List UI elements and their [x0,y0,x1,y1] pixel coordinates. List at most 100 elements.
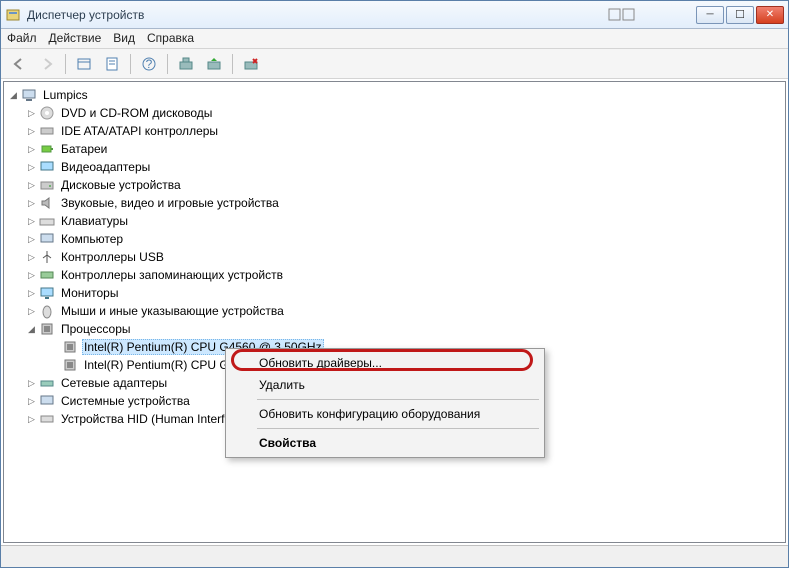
tree-category[interactable]: ▷ Видеоадаптеры [4,158,785,176]
mouse-icon [39,303,55,319]
expand-icon[interactable]: ▷ [26,414,37,425]
tree-node-label: Lumpics [41,87,90,103]
menu-separator [257,399,539,400]
tree-node-label: Процессоры [59,321,133,337]
forward-button[interactable] [35,53,59,75]
system-device-icon [39,393,55,409]
tree-node-label: Видеоадаптеры [59,159,152,175]
menu-separator [257,428,539,429]
toolbar-separator [232,54,233,74]
menu-item-label: Обновить драйверы... [259,356,382,370]
tree-category[interactable]: ▷Батареи [4,140,785,158]
close-button[interactable]: ✕ [756,6,784,24]
update-driver-button[interactable] [202,53,226,75]
expand-icon[interactable]: ▷ [26,378,37,389]
help-button[interactable]: ? [137,53,161,75]
tree-node-label: Контроллеры USB [59,249,166,265]
context-menu-rescan[interactable]: Обновить конфигурацию оборудования [229,403,541,425]
toolbar: ? [1,49,788,79]
tree-category-processors[interactable]: ◢ Процессоры [4,320,785,338]
network-adapter-icon [39,375,55,391]
tree-node-label: Дисковые устройства [59,177,183,193]
expand-icon[interactable]: ▷ [26,180,37,191]
tree-category[interactable]: ▷ Дисковые устройства [4,176,785,194]
expand-icon[interactable]: ▷ [26,216,37,227]
svg-text:?: ? [146,57,153,71]
optical-drive-icon [39,105,55,121]
collapse-icon[interactable]: ◢ [26,324,37,335]
tree-category[interactable]: ▷ Звуковые, видео и игровые устройства [4,194,785,212]
show-hide-button[interactable] [72,53,96,75]
window-title: Диспетчер устройств [27,8,608,22]
processor-icon [62,339,78,355]
expand-icon[interactable]: ▷ [26,252,37,263]
menu-view[interactable]: Вид [113,31,135,46]
context-menu-update-drivers[interactable]: Обновить драйверы... [229,352,541,374]
expand-icon[interactable]: ▷ [26,126,37,137]
collapse-icon[interactable]: ◢ [8,90,19,101]
battery-icon [39,141,55,157]
context-menu: Обновить драйверы... Удалить Обновить ко… [225,348,545,458]
back-button[interactable] [7,53,31,75]
scan-button[interactable] [174,53,198,75]
expand-icon[interactable]: ▷ [26,270,37,281]
tree-category[interactable]: ▷ Контроллеры USB [4,248,785,266]
tree-node-label: Звуковые, видео и игровые устройства [59,195,281,211]
keyboard-icon [39,213,55,229]
usb-icon [39,249,55,265]
tree-node-label: Клавиатуры [59,213,130,229]
toolbar-separator [130,54,131,74]
menubar: Файл Действие Вид Справка [1,29,788,49]
maximize-button[interactable]: ☐ [726,6,754,24]
menu-item-label: Обновить конфигурацию оборудования [259,407,480,421]
properties-button[interactable] [100,53,124,75]
disk-drive-icon [39,177,55,193]
tree-node-label: Компьютер [59,231,125,247]
tree-category[interactable]: ▷DVD и CD-ROM дисководы [4,104,785,122]
ide-controller-icon [39,123,55,139]
expand-icon[interactable]: ▷ [26,108,37,119]
expand-icon[interactable]: ▷ [26,234,37,245]
tree-category[interactable]: ▷ Мониторы [4,284,785,302]
tree-category[interactable]: ▷ IDE ATA/ATAPI контроллеры [4,122,785,140]
storage-controller-icon [39,267,55,283]
tree-category[interactable]: ▷ Контроллеры запоминающих устройств [4,266,785,284]
tree-node-label: Мониторы [59,285,120,301]
app-icon [5,7,21,23]
expand-icon[interactable]: ▷ [26,396,37,407]
titlebar: Диспетчер устройств ─ ☐ ✕ [1,1,788,29]
expand-icon[interactable]: ▷ [26,144,37,155]
context-menu-delete[interactable]: Удалить [229,374,541,396]
tree-category[interactable]: ▷ Компьютер [4,230,785,248]
tree-node-label: IDE ATA/ATAPI контроллеры [59,123,220,139]
menu-action[interactable]: Действие [49,31,102,46]
tree-root[interactable]: ◢ Lumpics [4,86,785,104]
toolbar-separator [167,54,168,74]
menu-file[interactable]: Файл [7,31,37,46]
tree-category[interactable]: ▷ Клавиатуры [4,212,785,230]
menu-help[interactable]: Справка [147,31,194,46]
tree-node-label: Сетевые адаптеры [59,375,169,391]
device-manager-window: Диспетчер устройств ─ ☐ ✕ Файл Действие … [0,0,789,568]
tree-node-label: Мыши и иные указывающие устройства [59,303,286,319]
statusbar [1,545,788,567]
menu-item-label: Свойства [259,436,316,450]
window-thumb-icon [608,8,636,22]
context-menu-properties[interactable]: Свойства [229,432,541,454]
expand-icon[interactable]: ▷ [26,198,37,209]
expand-icon[interactable]: ▷ [26,288,37,299]
window-controls: ─ ☐ ✕ [696,6,784,24]
toolbar-separator [65,54,66,74]
tree-category[interactable]: ▷ Мыши и иные указывающие устройства [4,302,785,320]
tree-node-label: Контроллеры запоминающих устройств [59,267,285,283]
expand-icon[interactable]: ▷ [26,162,37,173]
minimize-button[interactable]: ─ [696,6,724,24]
hid-icon [39,411,55,427]
tree-node-label: Системные устройства [59,393,192,409]
monitor-icon [39,285,55,301]
device-tree[interactable]: ◢ Lumpics ▷DVD и CD-ROM дисководы ▷ IDE A… [3,81,786,543]
display-adapter-icon [39,159,55,175]
expand-icon[interactable]: ▷ [26,306,37,317]
sound-icon [39,195,55,211]
uninstall-button[interactable] [239,53,263,75]
